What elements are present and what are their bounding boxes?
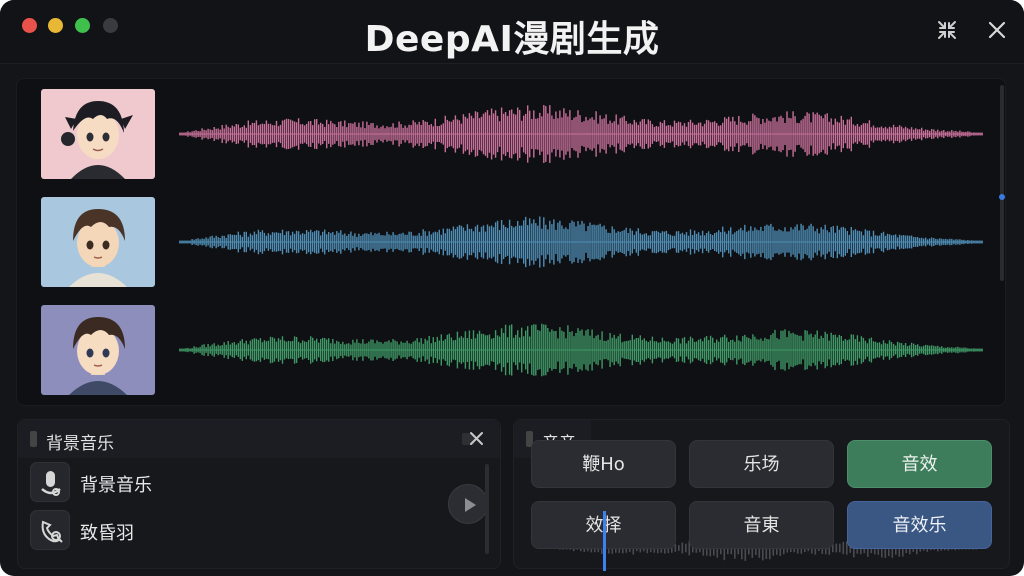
- voice-tracks-panel: [16, 78, 1006, 406]
- character-avatar[interactable]: [41, 197, 155, 287]
- app-title: DeepAI漫剧生成: [364, 19, 660, 60]
- sfx-button[interactable]: 音東: [689, 501, 834, 549]
- sfx-button[interactable]: 乐场: [689, 440, 834, 488]
- play-icon: [465, 498, 476, 512]
- tracks-scrollbar[interactable]: [1000, 85, 1004, 281]
- play-button[interactable]: [448, 484, 488, 524]
- bgm-scrollbar[interactable]: [485, 464, 489, 554]
- bgm-item-label: 致昏羽: [80, 523, 134, 544]
- voice-track[interactable]: [17, 197, 992, 289]
- collapse-icon[interactable]: [935, 18, 959, 42]
- voice-waveform[interactable]: [179, 89, 983, 179]
- voice-track[interactable]: [17, 89, 992, 181]
- background-music-panel: 背景音乐 背景音乐 致昏羽: [17, 419, 501, 569]
- bgm-list-item[interactable]: 致昏羽: [30, 510, 470, 552]
- panel-marker: [30, 431, 37, 447]
- sound-effects-panel: 音音 鞭Ho 乐场 音效 效择 音東 音效乐: [513, 419, 1010, 571]
- phone-search-icon: [30, 510, 70, 550]
- sfx-button-active[interactable]: 音效: [847, 440, 992, 488]
- app-window: DeepAI漫剧生成 背景音乐 背景音乐 致昏羽 鞭Ho 乐场 音效 音東 音效…: [0, 0, 1024, 576]
- close-icon[interactable]: [985, 18, 1009, 42]
- bgm-item-label: 背景音乐: [80, 475, 152, 496]
- bgm-panel-title: 背景音乐: [46, 434, 114, 454]
- bgm-list-item[interactable]: 背景音乐: [30, 462, 470, 504]
- title-bar: DeepAI漫剧生成: [0, 0, 1024, 64]
- voice-waveform[interactable]: [179, 305, 983, 395]
- character-avatar[interactable]: [41, 89, 155, 179]
- character-avatar[interactable]: [41, 305, 155, 395]
- close-icon[interactable]: [462, 430, 484, 448]
- voice-waveform[interactable]: [179, 197, 983, 287]
- playhead[interactable]: [603, 511, 606, 571]
- tracks-scroll-thumb[interactable]: [999, 194, 1005, 200]
- sfx-button-selected[interactable]: 音效乐: [847, 501, 992, 549]
- bgm-panel-header: 背景音乐: [18, 420, 500, 458]
- sfx-button[interactable]: 鞭Ho: [531, 440, 676, 488]
- microphone-icon: [30, 462, 70, 502]
- voice-track[interactable]: [17, 305, 992, 397]
